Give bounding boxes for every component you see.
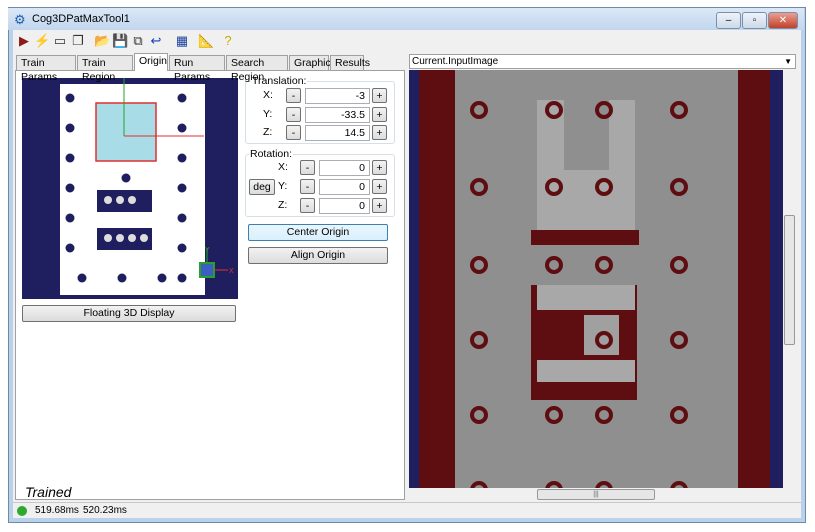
- copy-icon[interactable]: ⧉: [130, 33, 146, 49]
- translation-z-label: Z:: [263, 126, 273, 138]
- board-hole: [177, 153, 187, 163]
- reset-icon[interactable]: ↩: [148, 33, 164, 49]
- status-bar: 519.68ms 520.23ms: [13, 502, 801, 518]
- tab-results[interactable]: Results: [330, 55, 370, 70]
- translation-x-label: X:: [263, 89, 273, 101]
- board-hole: [65, 183, 75, 193]
- vertical-scroll-thumb[interactable]: [784, 215, 795, 345]
- rotation-z-label: Z:: [278, 199, 288, 211]
- status-ok-icon: [17, 506, 27, 516]
- board-hole: [177, 123, 187, 133]
- board-hole: [77, 273, 87, 283]
- maximize-button[interactable]: ▫: [742, 12, 767, 29]
- board-hole: [177, 243, 187, 253]
- image-display[interactable]: [409, 70, 783, 488]
- last-run-time: 519.68ms: [35, 505, 79, 516]
- tab-origin[interactable]: Origin: [134, 53, 168, 71]
- run-icon[interactable]: ▶: [16, 33, 32, 49]
- center-origin-button[interactable]: Center Origin: [248, 224, 388, 241]
- image-source-value: Current.InputImage: [412, 56, 499, 67]
- translation-z-increment-button[interactable]: +: [372, 125, 387, 140]
- translation-z-input[interactable]: 14.5: [305, 125, 370, 141]
- axis-y-label: Y: [205, 247, 210, 254]
- translation-x-decrement-button[interactable]: -: [286, 88, 301, 103]
- align-origin-button[interactable]: Align Origin: [248, 247, 388, 264]
- rotation-z-increment-button[interactable]: +: [372, 198, 387, 213]
- board-hole: [177, 273, 187, 283]
- translation-x-input[interactable]: -3: [305, 88, 370, 104]
- board-hole: [65, 213, 75, 223]
- total-time: 520.23ms: [83, 505, 127, 516]
- chevron-down-icon: ▼: [784, 57, 792, 66]
- board-hole: [177, 183, 187, 193]
- rotation-x-label: X:: [278, 161, 288, 173]
- electric-icon[interactable]: ⚡: [34, 33, 50, 49]
- origin-3d-view[interactable]: Y X: [22, 78, 238, 299]
- edit-icon[interactable]: ▦: [174, 33, 190, 49]
- rotation-unit-button[interactable]: deg: [249, 179, 275, 195]
- tab-run-params[interactable]: Run Params: [169, 55, 225, 83]
- image-source-dropdown[interactable]: Current.InputImage ▼: [409, 54, 796, 69]
- board-hole: [65, 123, 75, 133]
- tab-train-params[interactable]: Train Params: [16, 55, 76, 83]
- translation-y-label: Y:: [263, 108, 273, 120]
- translation-x-increment-button[interactable]: +: [372, 88, 387, 103]
- translation-y-increment-button[interactable]: +: [372, 107, 387, 122]
- rotation-x-input[interactable]: 0: [319, 160, 370, 176]
- close-button[interactable]: ✕: [768, 12, 798, 29]
- floating-3d-display-button[interactable]: Floating 3D Display: [22, 305, 236, 322]
- rotation-x-decrement-button[interactable]: -: [300, 160, 315, 175]
- rotation-y-label: Y:: [278, 180, 288, 192]
- pattern-region: [95, 102, 157, 162]
- save-icon[interactable]: 💾: [112, 33, 128, 49]
- minimize-button[interactable]: –: [716, 12, 741, 29]
- open-icon[interactable]: 📂: [94, 33, 110, 49]
- app-icon: ⚙: [14, 12, 26, 27]
- rotation-y-decrement-button[interactable]: -: [300, 179, 315, 194]
- board-hole: [177, 93, 187, 103]
- window-title: Cog3DPatMaxTool1: [32, 13, 130, 25]
- board-hole: [177, 213, 187, 223]
- axis-gizmo[interactable]: [199, 262, 215, 278]
- measure-icon[interactable]: 📐: [198, 33, 214, 49]
- vertical-scrollbar[interactable]: [783, 70, 796, 488]
- board-hole: [121, 173, 131, 183]
- horizontal-scroll-thumb[interactable]: |||: [537, 489, 655, 500]
- translation-z-decrement-button[interactable]: -: [286, 125, 301, 140]
- rotation-z-decrement-button[interactable]: -: [300, 198, 315, 213]
- tab-search-region[interactable]: Search Region: [226, 55, 288, 83]
- tab-train-region[interactable]: Train Region: [77, 55, 133, 83]
- rotation-y-increment-button[interactable]: +: [372, 179, 387, 194]
- board-hole: [117, 273, 127, 283]
- horizontal-scrollbar[interactable]: |||: [409, 488, 783, 501]
- board-hole: [65, 153, 75, 163]
- rotation-x-increment-button[interactable]: +: [372, 160, 387, 175]
- axis-x-label: X: [229, 268, 234, 275]
- tab-graphics[interactable]: Graphics: [289, 55, 336, 70]
- floating-window-icon[interactable]: ❐: [70, 33, 86, 49]
- board-hole: [65, 243, 75, 253]
- translation-y-decrement-button[interactable]: -: [286, 107, 301, 122]
- show-image-icon[interactable]: ▭: [52, 33, 68, 49]
- rotation-label: Rotation:: [249, 148, 294, 160]
- translation-y-input[interactable]: -33.5: [305, 107, 370, 123]
- board-hole: [157, 273, 167, 283]
- train-state-label: Trained: [25, 484, 72, 500]
- board-hole: [65, 93, 75, 103]
- rotation-z-input[interactable]: 0: [319, 198, 370, 214]
- help-icon[interactable]: ?: [220, 33, 236, 49]
- rotation-y-input[interactable]: 0: [319, 179, 370, 195]
